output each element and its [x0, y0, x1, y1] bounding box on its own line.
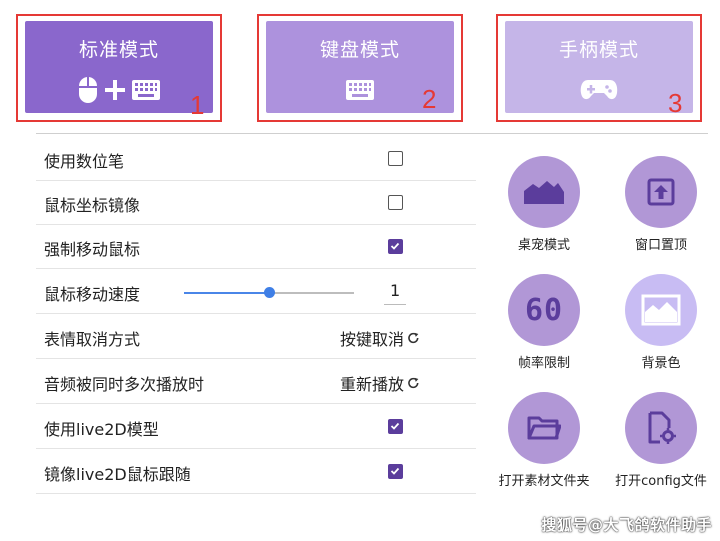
open-config-file-button[interactable]: 打开config文件 — [606, 392, 716, 489]
setting-label: 鼠标坐标镜像 — [44, 196, 141, 215]
setting-label: 镜像live2D鼠标跟随 — [44, 465, 191, 484]
mode-number: 2 — [422, 84, 437, 114]
watermark: 搜狐号@大飞鸽软件助手 — [541, 516, 712, 534]
fps-limit-button[interactable]: 60 帧率限制 — [489, 274, 599, 371]
mouse-icon — [79, 77, 97, 103]
background-image-icon — [641, 294, 681, 326]
cycle-value: 按键取消 — [339, 330, 404, 349]
mouse-speed-slider[interactable] — [184, 287, 354, 298]
check-icon — [390, 422, 400, 430]
plus-icon — [105, 80, 125, 100]
tool-label: 桌宠模式 — [517, 238, 570, 253]
mode-title: 标准模式 — [78, 39, 159, 61]
slider-thumb[interactable] — [264, 287, 275, 298]
setting-label: 使用数位笔 — [44, 152, 125, 171]
mode-box-standard: 标准模式 1 — [16, 14, 222, 122]
setting-row-digital-pen: 使用数位笔 — [36, 137, 476, 181]
setting-label: 使用live2D模型 — [44, 420, 159, 439]
setting-row-mirror-live2d: 镜像live2D鼠标跟随 — [36, 450, 476, 494]
window-top-icon — [647, 178, 675, 206]
mode-box-keyboard: 键盘模式 2 — [257, 14, 463, 122]
mirror-live2d-checkbox[interactable] — [388, 464, 403, 479]
folder-icon — [527, 416, 561, 440]
gamepad-icon — [580, 80, 618, 100]
mouse-speed-value[interactable]: 1 — [390, 281, 400, 300]
tool-label: 打开素材文件夹 — [498, 474, 590, 489]
gamepad-mode-button[interactable]: 手柄模式 — [505, 21, 693, 113]
check-icon — [390, 242, 400, 250]
fps-icon: 60 — [524, 292, 564, 328]
window-top-button[interactable]: 窗口置顶 — [606, 156, 716, 253]
setting-row-audio-replay: 音频被同时多次播放时 重新播放 — [36, 360, 476, 404]
tool-label: 窗口置顶 — [634, 238, 687, 253]
open-assets-folder-button[interactable]: 打开素材文件夹 — [489, 392, 599, 489]
setting-row-expression-cancel: 表情取消方式 按键取消 — [36, 315, 476, 359]
setting-label: 表情取消方式 — [44, 330, 141, 349]
use-live2d-checkbox[interactable] — [388, 419, 403, 434]
mode-title: 手柄模式 — [558, 39, 639, 61]
standard-mode-button[interactable]: 标准模式 — [25, 21, 213, 113]
tool-label: 背景色 — [641, 356, 681, 371]
tool-label: 打开config文件 — [615, 474, 707, 489]
keyboard-icon — [346, 80, 374, 100]
mouse-mirror-checkbox[interactable] — [388, 195, 403, 210]
setting-label: 音频被同时多次播放时 — [44, 375, 205, 394]
value-underline — [384, 304, 406, 305]
divider — [36, 133, 708, 134]
force-move-mouse-checkbox[interactable] — [388, 239, 403, 254]
audio-replay-toggle[interactable]: 重新播放 — [340, 371, 420, 395]
setting-row-force-move-mouse: 强制移动鼠标 — [36, 225, 476, 269]
keyboard-icon — [132, 80, 160, 100]
slider-fill — [184, 292, 269, 294]
cycle-value: 重新播放 — [339, 375, 404, 394]
setting-row-mouse-mirror: 鼠标坐标镜像 — [36, 181, 476, 225]
refresh-icon — [408, 377, 419, 388]
setting-label: 鼠标移动速度 — [44, 285, 141, 304]
tool-label: 帧率限制 — [517, 356, 570, 371]
setting-row-use-live2d: 使用live2D模型 — [36, 405, 476, 449]
check-icon — [390, 467, 400, 475]
mode-number: 1 — [190, 90, 205, 120]
refresh-icon — [408, 332, 419, 343]
setting-label: 强制移动鼠标 — [44, 240, 141, 259]
desktop-pet-mode-button[interactable]: 桌宠模式 — [489, 156, 599, 253]
background-color-button[interactable]: 背景色 — [606, 274, 716, 371]
mode-number: 3 — [668, 88, 683, 118]
expression-cancel-toggle[interactable]: 按键取消 — [340, 326, 420, 350]
mode-box-gamepad: 手柄模式 3 — [496, 14, 702, 122]
desktop-pet-icon — [524, 181, 564, 204]
digital-pen-checkbox[interactable] — [388, 151, 403, 166]
mode-title: 键盘模式 — [319, 39, 400, 61]
config-file-icon — [648, 411, 676, 444]
setting-row-mouse-speed: 鼠标移动速度 1 — [36, 270, 476, 314]
